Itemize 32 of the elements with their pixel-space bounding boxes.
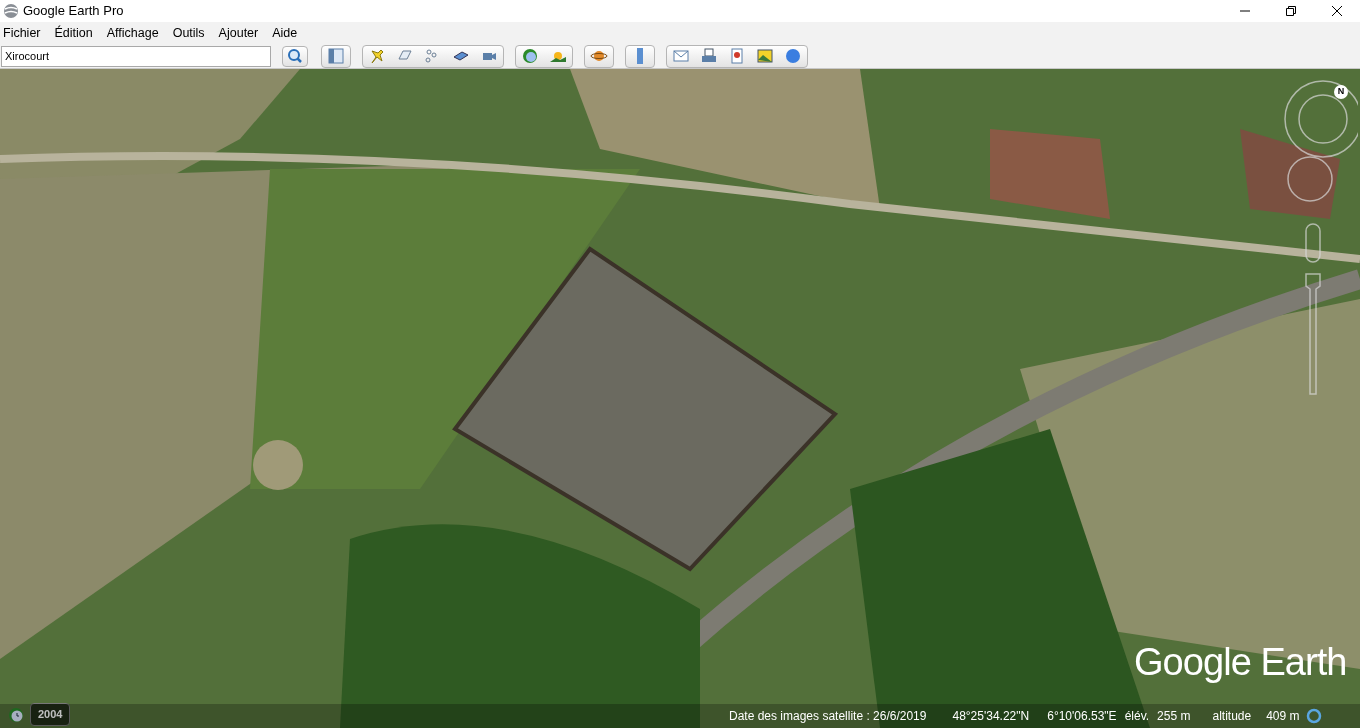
streaming-ring-icon — [1305, 708, 1322, 724]
historical-imagery-icon[interactable] — [8, 707, 24, 723]
search-icon — [287, 48, 303, 64]
printer-icon — [700, 47, 718, 65]
elevation-label: élév. — [1124, 708, 1150, 725]
pushpin-add-icon — [368, 47, 386, 65]
menu-item[interactable]: Édition — [54, 23, 93, 43]
search-button[interactable] — [282, 45, 308, 67]
window-title: Google Earth Pro — [23, 2, 124, 21]
envelope-icon — [672, 47, 690, 65]
search-field[interactable]: Xirocourt — [1, 45, 271, 67]
map-pin-document-icon — [728, 47, 746, 65]
clock-history-icon — [521, 47, 539, 65]
image-icon — [756, 47, 774, 65]
menu-item[interactable]: Outils — [172, 23, 205, 43]
menu-item[interactable]: Ajouter — [218, 23, 259, 43]
imagery-date-text: Date des images satellite : 26/6/2019 — [729, 708, 927, 725]
altitude-value: 409 m — [1266, 708, 1300, 725]
restore-icon — [1286, 6, 1296, 16]
globe-logo-icon — [3, 3, 19, 19]
longitude-text: 6°10'06.53"E — [1047, 708, 1117, 725]
latitude-text: 48°25'34.22"N — [952, 708, 1030, 725]
menu-item[interactable]: Affichage — [106, 23, 159, 43]
close-icon — [1332, 6, 1342, 16]
menu-item[interactable]: Fichier — [3, 23, 41, 43]
altitude-label: altitude — [1212, 708, 1252, 725]
satellite-map-photo[interactable]: N Google Earth 2004 Date des images satellite : 26/6/2019 48°25'34.22"N 6°10'06.53"E élév. 255 m altitude 409 m — [0, 69, 1360, 728]
menu-item[interactable]: Aide — [272, 23, 298, 43]
sidebar-panel-icon — [327, 47, 345, 65]
sphere-icon — [784, 47, 802, 65]
elevation-value: 255 m — [1157, 708, 1191, 725]
google-earth-logo: Google Earth — [1134, 643, 1347, 681]
